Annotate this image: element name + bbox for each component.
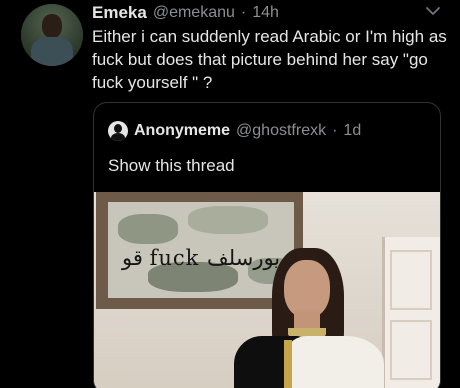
tweet[interactable]: Emeka @emekanu · 14h Either i can sudden… [0,0,460,388]
separator-dot: · [240,4,247,21]
author-handle[interactable]: @emekanu [153,4,235,22]
woman-portrait [234,248,384,388]
quoted-tweet[interactable]: Anonymeme @ghostfrexk · 1d Show this thr… [93,102,441,388]
tweet-header: Emeka @emekanu · 14h [92,2,279,24]
chevron-down-icon[interactable] [426,6,440,16]
quoted-tweet-timestamp[interactable]: 1d [343,122,361,140]
author-name[interactable]: Emeka [92,3,147,23]
show-thread-link[interactable]: Show this thread [108,156,235,176]
quoted-author-name[interactable]: Anonymeme [134,122,230,140]
quoted-author-handle[interactable]: @ghostfrexk [236,122,326,140]
tweet-text: Either i can suddenly read Arabic or I'm… [92,27,447,92]
tweet-timestamp[interactable]: 14h [252,4,279,22]
author-avatar[interactable] [21,4,83,66]
separator-dot: · [332,122,338,139]
quoted-author-avatar[interactable] [108,121,128,141]
quoted-tweet-image[interactable]: قو fuck يورسلف [94,192,440,388]
quoted-tweet-header: Anonymeme @ghostfrexk · 1d [108,120,361,142]
